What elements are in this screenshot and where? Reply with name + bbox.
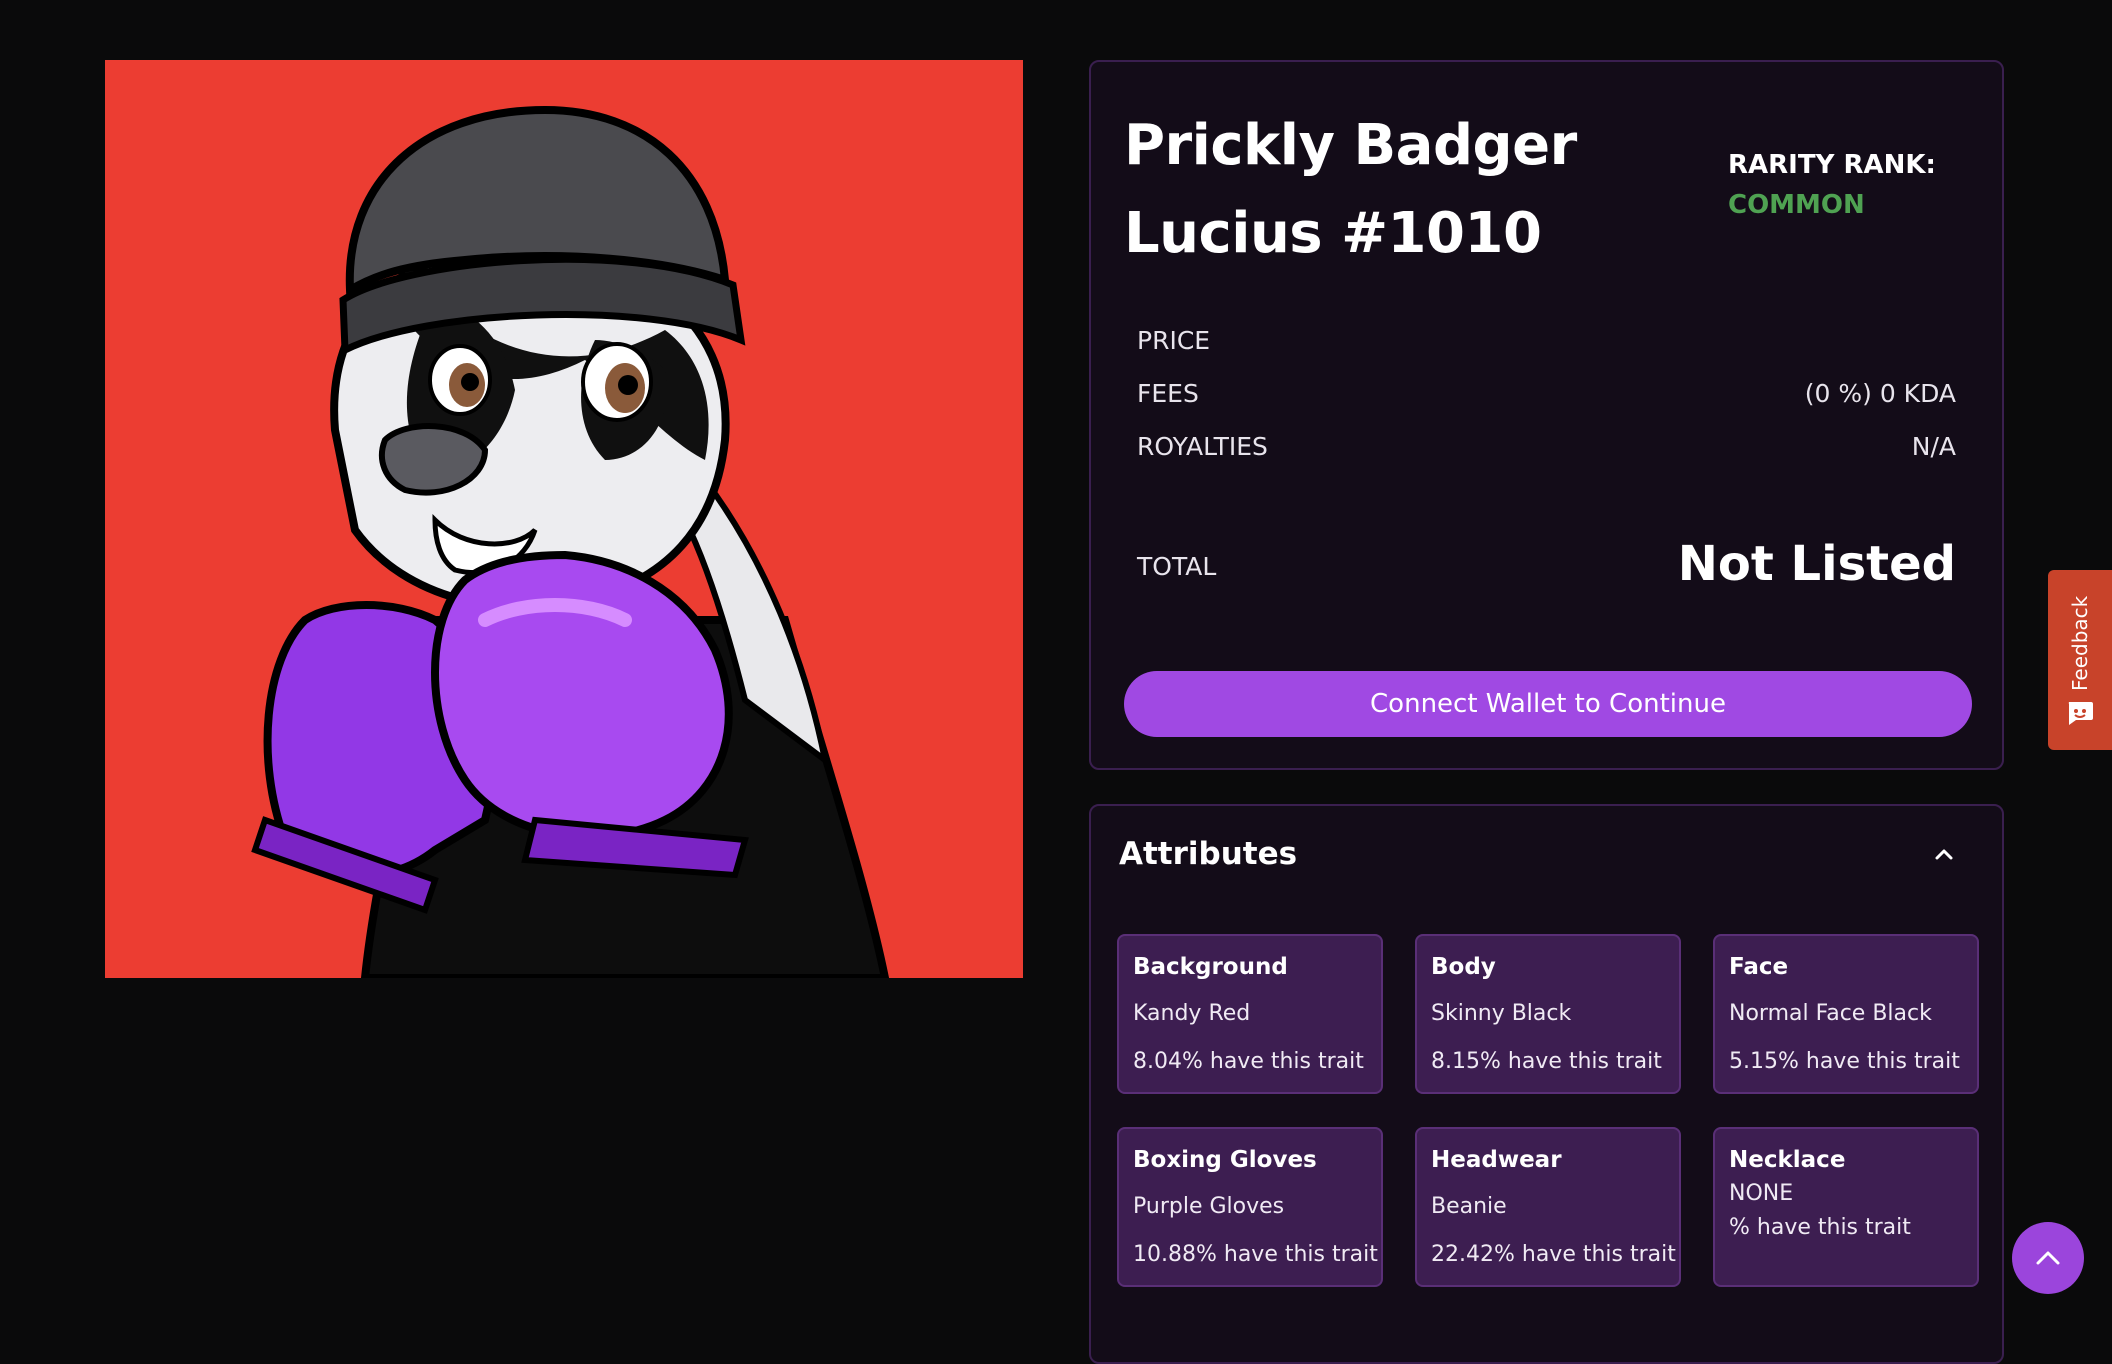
- trait-percentage: 22.42% have this trait: [1431, 1242, 1676, 1267]
- chevron-up-icon: [1935, 849, 1953, 860]
- trait-value: Kandy Red: [1133, 1001, 1251, 1026]
- trait-card-background: Background Kandy Red 8.04% have this tra…: [1117, 934, 1383, 1094]
- trait-card-boxing-gloves: Boxing Gloves Purple Gloves 10.88% have …: [1117, 1127, 1383, 1287]
- trait-value: Purple Gloves: [1133, 1194, 1285, 1219]
- trait-card-headwear: Headwear Beanie 22.42% have this trait: [1415, 1127, 1681, 1287]
- chevron-up-icon: [2036, 1251, 2060, 1265]
- rarity-rank-value: COMMON: [1728, 190, 1865, 220]
- trait-value: Normal Face Black: [1729, 1001, 1932, 1026]
- connect-wallet-button[interactable]: Connect Wallet to Continue: [1124, 671, 1972, 737]
- fees-label: FEES: [1137, 379, 1199, 408]
- nft-image: [105, 60, 1023, 978]
- trait-card-body: Body Skinny Black 8.15% have this trait: [1415, 934, 1681, 1094]
- trait-percentage: 10.88% have this trait: [1133, 1242, 1378, 1267]
- royalties-label: ROYALTIES: [1137, 432, 1268, 461]
- chat-icon: [2068, 702, 2093, 725]
- trait-type: Background: [1133, 954, 1288, 980]
- trait-value: NONE: [1729, 1181, 1794, 1206]
- feedback-label: Feedback: [2068, 595, 2092, 691]
- trait-type: Face: [1729, 954, 1789, 980]
- trait-type: Boxing Gloves: [1133, 1147, 1317, 1173]
- trait-percentage: 5.15% have this trait: [1729, 1049, 1960, 1074]
- trait-card-face: Face Normal Face Black 5.15% have this t…: [1713, 934, 1979, 1094]
- trait-card-necklace: Necklace NONE % have this trait: [1713, 1127, 1979, 1287]
- trait-value: Beanie: [1431, 1194, 1507, 1219]
- trait-percentage: % have this trait: [1729, 1215, 1911, 1240]
- feedback-tab[interactable]: Feedback: [2048, 570, 2112, 750]
- trait-type: Headwear: [1431, 1147, 1562, 1173]
- attributes-title: Attributes: [1119, 836, 1298, 872]
- total-label: TOTAL: [1137, 552, 1217, 581]
- listing-card: Prickly Badger Lucius #1010 RARITY RANK:…: [1089, 60, 2004, 770]
- trait-percentage: 8.04% have this trait: [1133, 1049, 1364, 1074]
- trait-type: Necklace: [1729, 1147, 1846, 1173]
- rarity-rank-label: RARITY RANK:: [1728, 150, 1936, 180]
- trait-type: Body: [1431, 954, 1496, 980]
- nft-title: Prickly Badger Lucius #1010: [1124, 113, 1577, 266]
- fees-value: (0 %) 0 KDA: [1804, 379, 1956, 408]
- attributes-collapse-button[interactable]: [1926, 836, 1962, 872]
- trait-value: Skinny Black: [1431, 1001, 1572, 1026]
- trait-percentage: 8.15% have this trait: [1431, 1049, 1662, 1074]
- attributes-card: Attributes Background Kandy Red 8.04% ha…: [1089, 804, 2004, 1364]
- scroll-to-top-button[interactable]: [2012, 1222, 2084, 1294]
- total-value: Not Listed: [1677, 536, 1956, 592]
- price-label: PRICE: [1137, 326, 1211, 355]
- royalties-value: N/A: [1911, 432, 1956, 461]
